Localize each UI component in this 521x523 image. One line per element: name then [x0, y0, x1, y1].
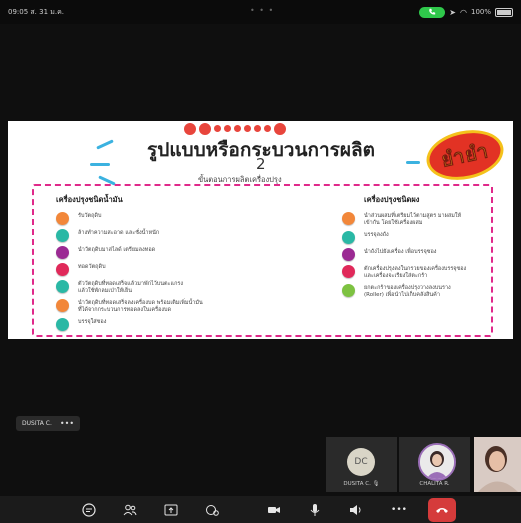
process-step: นำถังไปยังเครื่อง เพื่อบรรจุซอง — [342, 248, 492, 261]
more-icon[interactable]: ••• — [390, 501, 408, 519]
yumyum-logo: ยำยำ — [421, 123, 509, 187]
process-step: นำวัตถุดิบที่ทอดเสร็จลงเครื่องบด พร้อมเต… — [56, 299, 286, 314]
participants-icon[interactable] — [121, 501, 139, 519]
step-bullet-icon — [342, 284, 355, 297]
process-step: ตัววัตถุดิบที่ทอดเสร็จแล้วมาพักไว้บนตะแก… — [56, 280, 286, 295]
process-step: บรรจุใส่ซอง — [56, 318, 286, 331]
battery-icon — [495, 7, 513, 17]
step-text: นำวัตถุดิบมาสไลด์ เตรียมลงทอด — [78, 247, 156, 253]
process-step: ตักเครื่องปรุงลงในกรวยของเครื่องบรรจุซอง… — [342, 265, 492, 280]
chat-icon[interactable] — [80, 501, 98, 519]
location-icon: ➤ — [449, 7, 456, 17]
phone-icon — [429, 8, 436, 15]
step-bullet-icon — [56, 280, 69, 293]
decor-dash — [96, 139, 114, 150]
step-text: รับวัตถุดิบ — [78, 213, 102, 219]
step-bullet-icon — [56, 212, 69, 225]
step-text: บรรจุใส่ซอง — [78, 319, 107, 325]
process-frame: เครื่องปรุงชนิดน้ำมัน รับวัตถุดิบล้างทำค… — [32, 184, 493, 337]
speaker-icon[interactable] — [347, 501, 365, 519]
shared-slide: รูปแบบหรือกระบวนการผลิต 2 ขั้นตอนการผลิต… — [8, 121, 513, 339]
step-text: นำถังไปยังเครื่อง เพื่อบรรจุซอง — [364, 249, 437, 255]
step-bullet-icon — [56, 299, 69, 312]
slide-number: 2 — [256, 155, 266, 173]
camera-icon[interactable] — [265, 501, 283, 519]
end-call-button[interactable] — [428, 498, 456, 522]
process-step: บรรจุลงถัง — [342, 231, 492, 244]
process-step: รับวัตถุดิบ — [56, 212, 286, 225]
battery-percent: 100% — [470, 8, 491, 16]
column-heading: เครื่องปรุงชนิดผง — [364, 195, 420, 204]
step-bullet-icon — [56, 229, 69, 242]
share-icon[interactable] — [162, 501, 180, 519]
participant-tile[interactable]: DC DUSITA C. 🎙 — [326, 437, 397, 492]
more-options-icon[interactable]: ••• — [60, 419, 74, 428]
status-time: 09:05 ส. 31 ม.ค. — [8, 7, 64, 16]
step-bullet-icon — [56, 318, 69, 331]
process-step: ยกตะกร้าของเครื่องปรุงวางลงบนราง (Roller… — [342, 284, 492, 299]
process-step: นำวัตถุดิบมาสไลด์ เตรียมลงทอด — [56, 246, 286, 259]
step-text: ยกตะกร้าของเครื่องปรุงวางลงบนราง (Roller… — [364, 285, 451, 298]
participant-tile[interactable]: CHALITA R. — [399, 437, 470, 492]
step-bullet-icon — [56, 246, 69, 259]
step-bullet-icon — [56, 263, 69, 276]
self-view-camera[interactable] — [474, 437, 521, 492]
step-bullet-icon — [342, 248, 355, 261]
step-text: ตัววัตถุดิบที่ทอดเสร็จแล้วมาพักไว้บนตะแก… — [78, 281, 184, 294]
decor-dash — [406, 161, 420, 164]
avatar: DC — [347, 448, 375, 476]
logo-text: ยำยำ — [439, 138, 491, 172]
step-text: นำส่วนผสมที่เตรียมไว้ตามสูตร มาผสมให้ เข… — [364, 213, 462, 226]
wifi-icon: ◠ — [460, 7, 467, 17]
presenter-name: DUSITA C. — [22, 420, 52, 427]
step-text: นำวัตถุดิบที่ทอดเสร็จลงเครื่องบด พร้อมเต… — [78, 300, 203, 313]
status-bar: 09:05 ส. 31 ม.ค. • • • ➤ ◠ 100% — [0, 0, 521, 24]
column-heading: เครื่องปรุงชนิดน้ำมัน — [56, 195, 123, 204]
process-step: ล้างทำความสะอาด และชั่งน้ำหนัก — [56, 229, 286, 242]
decor-dots — [184, 123, 286, 135]
call-pill[interactable] — [419, 6, 446, 18]
step-text: ล้างทำความสะอาด และชั่งน้ำหนัก — [78, 230, 160, 236]
process-step: ทอดวัตถุดิบ — [56, 263, 286, 276]
step-bullet-icon — [342, 265, 355, 278]
step-text: ตักเครื่องปรุงลงในกรวยของเครื่องบรรจุซอง… — [364, 266, 467, 279]
participant-name: CHALITA R. — [419, 481, 450, 487]
step-bullet-icon — [342, 231, 355, 244]
step-text: ทอดวัตถุดิบ — [78, 264, 106, 270]
end-call-icon — [436, 508, 448, 513]
process-step: นำส่วนผสมที่เตรียมไว้ตามสูตร มาผสมให้ เข… — [342, 212, 492, 227]
decor-dash — [90, 163, 110, 166]
oil-seasoning-column: เครื่องปรุงชนิดน้ำมัน รับวัตถุดิบล้างทำค… — [56, 194, 286, 335]
powder-seasoning-column: เครื่องปรุงชนิดผง นำส่วนผสมที่เตรียมไว้ต… — [342, 194, 492, 303]
multitasking-dots[interactable]: • • • — [250, 6, 274, 15]
step-bullet-icon — [342, 212, 355, 225]
participant-name: DUSITA C. 🎙 — [343, 481, 380, 487]
avatar — [418, 443, 456, 481]
step-text: บรรจุลงถัง — [364, 232, 389, 238]
microphone-icon[interactable] — [306, 501, 324, 519]
presenter-name-tag[interactable]: DUSITA C. ••• — [16, 416, 81, 431]
reactions-icon[interactable] — [203, 501, 221, 519]
